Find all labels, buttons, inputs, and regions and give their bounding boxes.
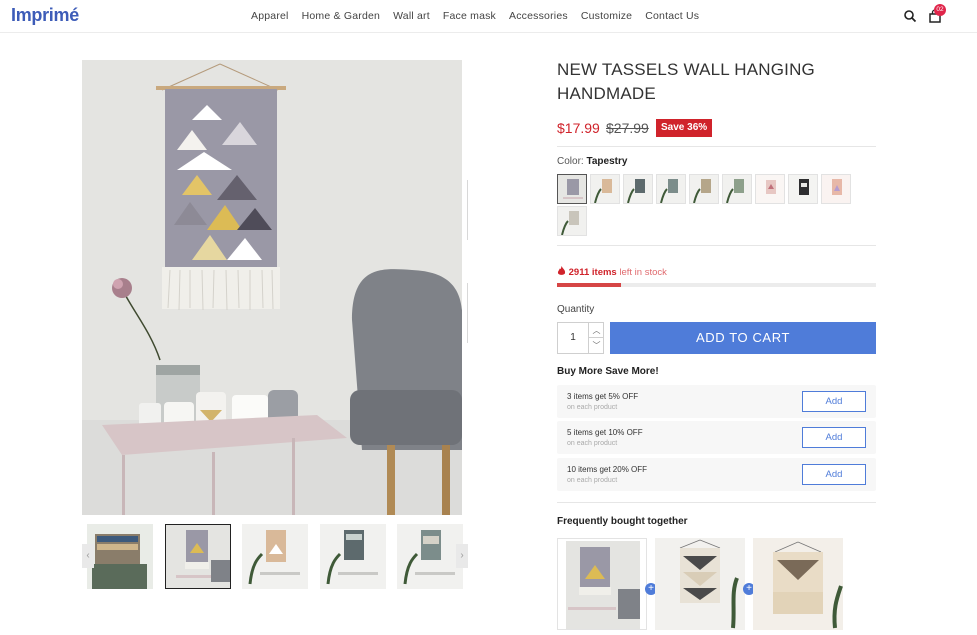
cart-count-badge: 02 [934, 4, 946, 16]
bulk-offer: 5 items get 10% OFF on each product Add [557, 421, 876, 454]
nav-customize[interactable]: Customize [581, 10, 632, 22]
search-icon[interactable] [903, 9, 917, 23]
site-logo[interactable]: Imprimé [11, 5, 79, 26]
thumbnail-2[interactable] [165, 524, 231, 589]
stock-status: 2911 items left in stock [557, 266, 667, 278]
product-title: NEW TASSELS WALL HANGING HANDMADE [557, 60, 815, 103]
thumbnail-1[interactable] [87, 524, 153, 589]
quantity-input[interactable]: 1 [558, 332, 588, 343]
color-swatch-4[interactable] [656, 174, 686, 204]
quantity-stepper[interactable]: 1 ︿ ﹀ [557, 322, 604, 354]
sale-price: $17.99 [557, 120, 600, 136]
stock-count: 2911 items [568, 267, 617, 278]
color-swatch-2[interactable] [590, 174, 620, 204]
divider [557, 146, 876, 147]
nav-home-garden[interactable]: Home & Garden [302, 10, 380, 22]
bulk-discount-title: Buy More Save More! [557, 366, 659, 377]
bulk-offer-title: 5 items get 10% OFF [567, 428, 643, 437]
thumbnail-5[interactable] [397, 524, 463, 589]
color-swatch-6[interactable] [722, 174, 752, 204]
nav-accessories[interactable]: Accessories [509, 10, 568, 22]
nav-contact-us[interactable]: Contact Us [645, 10, 699, 22]
add-to-cart-button[interactable]: ADD TO CART [610, 322, 876, 354]
thumb-prev-arrow[interactable]: ‹ [82, 544, 94, 568]
color-swatch-5[interactable] [689, 174, 719, 204]
quantity-decrease-button[interactable]: ﹀ [588, 338, 604, 353]
image-edge-divider [467, 180, 468, 240]
main-nav: Apparel Home & Garden Wall art Face mask… [251, 10, 712, 22]
bulk-offer-subtitle: on each product [567, 404, 618, 411]
thumbnail-4[interactable] [320, 524, 386, 589]
thumbnail-strip [82, 523, 464, 591]
color-swatch-9[interactable] [821, 174, 851, 204]
divider [557, 245, 876, 246]
bulk-offer-add-button[interactable]: Add [802, 391, 866, 412]
color-swatch-10[interactable] [557, 206, 587, 236]
quantity-increase-button[interactable]: ︿ [588, 323, 604, 338]
image-edge-divider [467, 283, 468, 343]
stock-progress-bar [557, 283, 876, 287]
bulk-offer: 10 items get 20% OFF on each product Add [557, 458, 876, 491]
color-swatch-8[interactable] [788, 174, 818, 204]
original-price: $27.99 [606, 120, 649, 136]
product-photo [82, 60, 462, 515]
site-header: Imprimé Apparel Home & Garden Wall art F… [0, 0, 977, 33]
nav-wall-art[interactable]: Wall art [393, 10, 430, 22]
bulk-offer-title: 10 items get 20% OFF [567, 465, 648, 474]
bulk-offer: 3 items get 5% OFF on each product Add [557, 385, 876, 418]
stock-progress-fill [557, 283, 621, 287]
color-label: Color: Tapestry [557, 156, 627, 167]
quantity-label: Quantity [557, 304, 595, 315]
bulk-offer-title: 3 items get 5% OFF [567, 392, 639, 401]
color-swatch-7[interactable] [755, 174, 785, 204]
fire-icon [557, 266, 566, 275]
bulk-offer-add-button[interactable]: Add [802, 427, 866, 448]
frequently-bought-title: Frequently bought together [557, 516, 688, 527]
color-swatch-1[interactable] [557, 174, 587, 204]
fbt-product-3[interactable] [753, 538, 843, 630]
fbt-product-1[interactable] [557, 538, 647, 630]
bulk-offer-subtitle: on each product [567, 440, 618, 447]
nav-apparel[interactable]: Apparel [251, 10, 289, 22]
nav-face-mask[interactable]: Face mask [443, 10, 496, 22]
main-product-image[interactable] [82, 60, 462, 515]
fbt-product-2[interactable] [655, 538, 745, 630]
color-swatch-3[interactable] [623, 174, 653, 204]
chevron-down-icon: ﹀ [592, 341, 601, 350]
bulk-offer-add-button[interactable]: Add [802, 464, 866, 485]
thumbnail-3[interactable] [242, 524, 308, 589]
stock-suffix: left in stock [616, 267, 667, 278]
chevron-up-icon: ︿ [592, 326, 601, 335]
color-label-text: Color: [557, 156, 584, 167]
thumb-next-arrow[interactable]: › [456, 544, 468, 568]
divider [557, 502, 876, 503]
bulk-offer-subtitle: on each product [567, 477, 618, 484]
save-badge: Save 36% [656, 119, 713, 137]
color-value: Tapestry [586, 156, 628, 167]
